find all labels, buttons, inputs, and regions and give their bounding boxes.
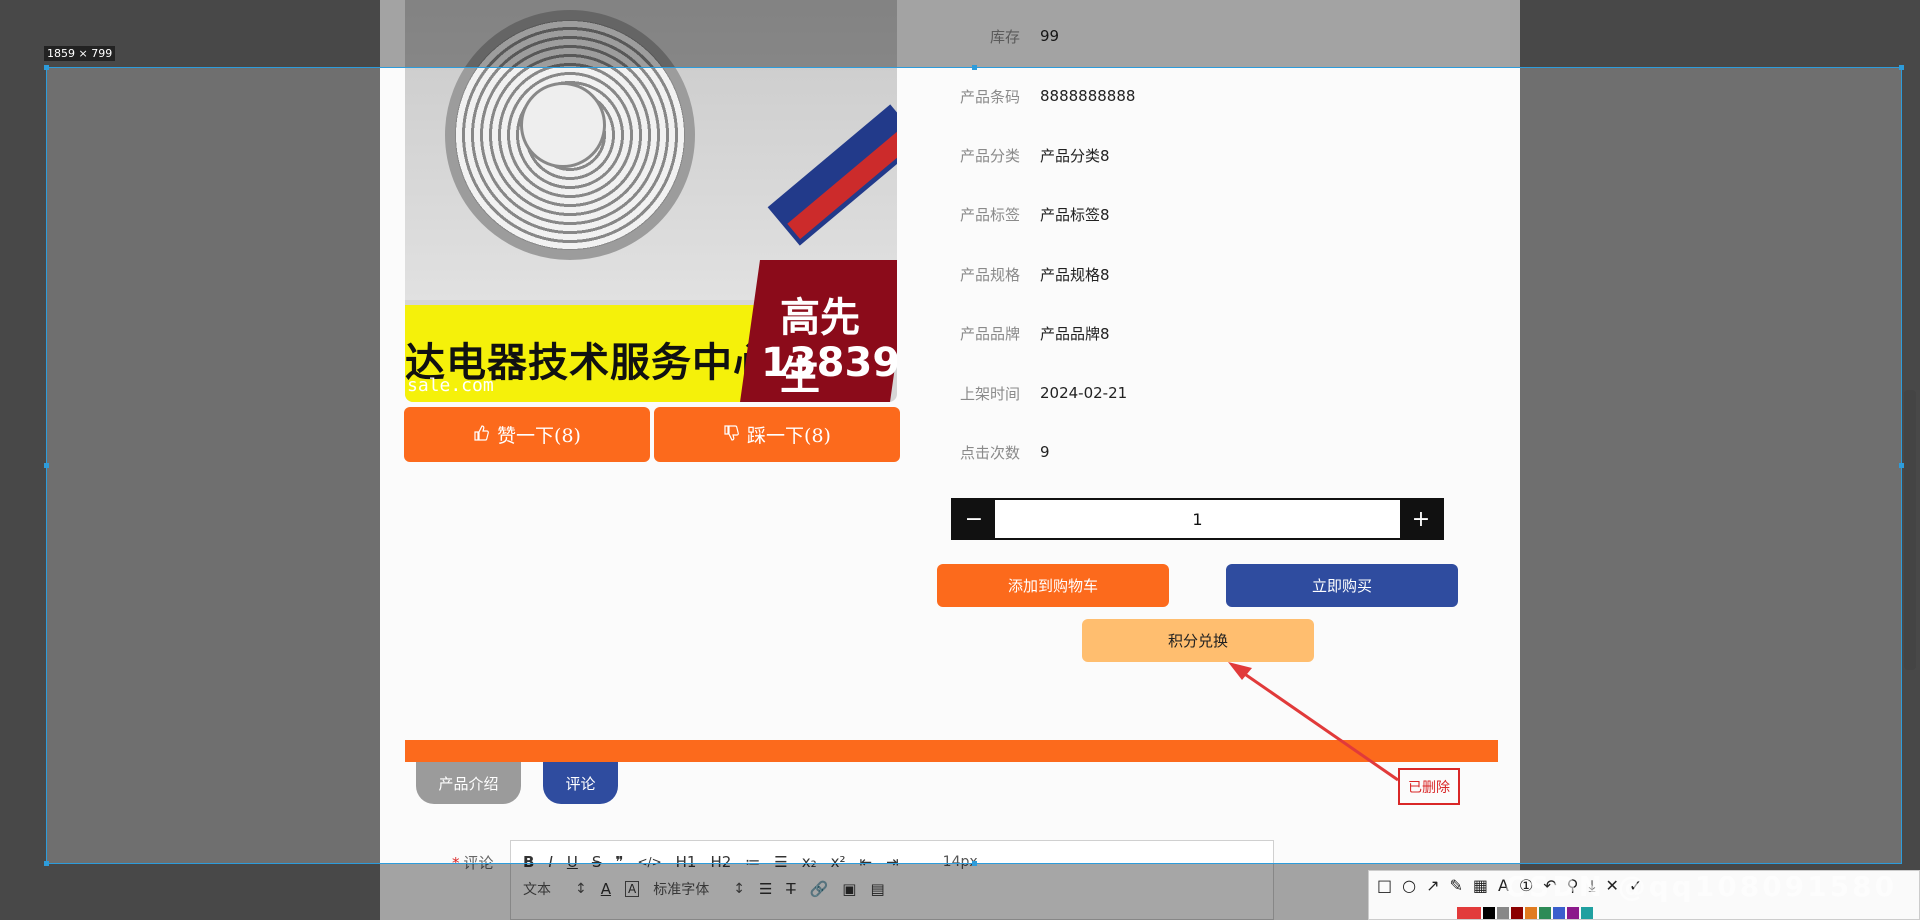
capture-dim-top xyxy=(0,0,1920,67)
capture-handle[interactable] xyxy=(44,65,49,70)
color-swatch[interactable] xyxy=(1483,907,1495,919)
capture-handle[interactable] xyxy=(972,861,977,866)
rectangle-tool-icon[interactable]: □ xyxy=(1377,876,1392,896)
capture-handle[interactable] xyxy=(972,65,977,70)
color-swatch[interactable] xyxy=(1581,907,1593,919)
mosaic-tool-icon[interactable]: ▦ xyxy=(1473,876,1488,896)
capture-handle[interactable] xyxy=(1899,65,1904,70)
capture-dim-left xyxy=(0,67,46,864)
ellipse-tool-icon[interactable]: ○ xyxy=(1402,876,1416,896)
color-swatch[interactable] xyxy=(1567,907,1579,919)
color-swatch[interactable] xyxy=(1525,907,1537,919)
color-swatch[interactable] xyxy=(1539,907,1551,919)
pen-tool-icon[interactable]: ✎ xyxy=(1450,876,1463,896)
capture-region[interactable] xyxy=(46,67,1902,864)
capture-size-label: 1859 × 799 xyxy=(44,46,116,61)
color-palette xyxy=(1457,907,1593,919)
color-swatch[interactable] xyxy=(1511,907,1523,919)
color-swatch-selected[interactable] xyxy=(1457,907,1481,919)
color-swatch[interactable] xyxy=(1553,907,1565,919)
page-scrollbar[interactable] xyxy=(1904,390,1916,670)
csdn-watermark: CSDN @qq108091580 xyxy=(1505,870,1898,903)
capture-handle[interactable] xyxy=(44,861,49,866)
arrow-tool-icon[interactable]: ↗ xyxy=(1426,876,1439,896)
color-swatch[interactable] xyxy=(1497,907,1509,919)
capture-handle[interactable] xyxy=(44,463,49,468)
